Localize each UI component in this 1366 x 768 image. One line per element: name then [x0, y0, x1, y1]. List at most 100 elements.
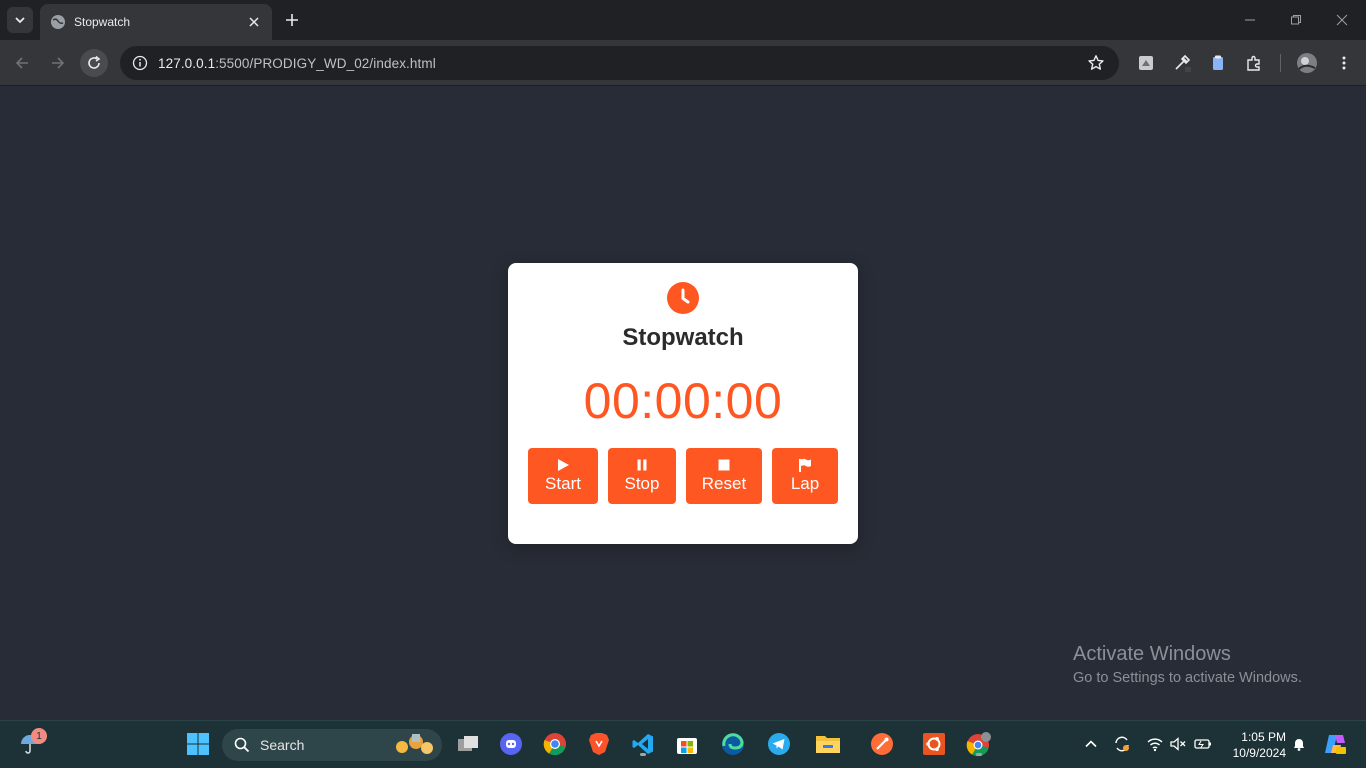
extension-3-button[interactable]	[1207, 52, 1229, 74]
arrow-left-icon	[15, 57, 28, 69]
file-explorer-taskbar-icon[interactable]	[814, 730, 842, 758]
url-text: 127.0.0.1:5500/PRODIGY_WD_02/index.html	[158, 56, 436, 71]
stop-button[interactable]: Stop	[608, 448, 676, 504]
extension-1-button[interactable]	[1135, 52, 1157, 74]
show-hidden-icons-button[interactable]	[1082, 735, 1100, 753]
chrome-profile-taskbar-icon[interactable]	[965, 730, 993, 758]
notification-badge: 1	[31, 728, 47, 744]
clock-time: 1:05 PM	[1241, 730, 1286, 744]
eyedropper-icon	[1175, 54, 1191, 72]
profile-avatar[interactable]	[1296, 52, 1318, 74]
sync-icon	[1115, 736, 1129, 752]
browser-toolbar: 127.0.0.1:5500/PRODIGY_WD_02/index.html	[0, 40, 1366, 86]
clipboard-icon	[1213, 55, 1223, 70]
pause-icon	[637, 459, 647, 471]
arrow-right-icon	[52, 57, 65, 69]
store-taskbar-icon[interactable]	[673, 730, 701, 758]
menu-button[interactable]	[1333, 52, 1355, 74]
stop-button-label: Stop	[624, 474, 660, 493]
toolbar-divider	[1280, 54, 1281, 72]
volume-tray-icon[interactable]	[1169, 735, 1187, 753]
time-display: 00:00:00	[583, 373, 783, 429]
ubuntu-taskbar-icon[interactable]	[920, 730, 948, 758]
chrome-active-indicator	[976, 753, 982, 756]
chevron-down-icon	[15, 17, 25, 24]
flag-icon	[799, 458, 811, 472]
wifi-tray-icon[interactable]	[1146, 735, 1164, 753]
postman-taskbar-icon[interactable]	[868, 730, 896, 758]
taskbar-clock[interactable]: 1:05 PM 10/9/2024	[1220, 729, 1286, 761]
start-button-label: Start	[545, 474, 581, 493]
minimize-button[interactable]	[1242, 12, 1258, 28]
forward-button[interactable]	[44, 49, 72, 77]
reset-button[interactable]: Reset	[686, 448, 762, 504]
chrome-taskbar-icon[interactable]	[541, 730, 569, 758]
edge-taskbar-icon[interactable]	[719, 730, 747, 758]
watermark-title: Activate Windows	[1073, 643, 1231, 665]
activate-windows-watermark: Activate Windows Go to Settings to activ…	[1073, 643, 1302, 686]
notification-center-button[interactable]	[1290, 735, 1308, 753]
battery-icon	[1194, 739, 1211, 749]
back-button[interactable]	[8, 49, 36, 77]
brave-lion-icon	[589, 733, 609, 755]
sync-tray-icon[interactable]	[1113, 735, 1131, 753]
copilot-icon	[1325, 735, 1346, 754]
close-window-button[interactable]	[1334, 12, 1350, 28]
extension-tile-icon	[1139, 56, 1153, 70]
start-button-windows[interactable]	[184, 730, 212, 758]
site-info-icon[interactable]	[132, 55, 148, 71]
notification-bell-icon	[1294, 739, 1304, 751]
edge-icon	[722, 733, 744, 755]
clock-icon	[667, 282, 699, 314]
close-tab-icon[interactable]	[246, 14, 262, 30]
clock-date: 10/9/2024	[1232, 746, 1286, 760]
discord-taskbar-icon[interactable]	[497, 730, 525, 758]
volume-muted-icon	[1170, 737, 1186, 751]
tab-search-button[interactable]	[7, 7, 33, 33]
lap-button[interactable]: Lap	[772, 448, 838, 504]
chrome-icon	[543, 733, 566, 756]
search-icon	[234, 737, 250, 753]
more-vertical-icon	[1342, 56, 1346, 70]
restore-button[interactable]	[1288, 12, 1304, 28]
extensions-button[interactable]	[1243, 52, 1265, 74]
telegram-taskbar-icon[interactable]	[765, 730, 793, 758]
extension-2-button[interactable]	[1171, 52, 1193, 74]
search-highlight-icon	[396, 734, 433, 754]
battery-tray-icon[interactable]	[1194, 735, 1212, 753]
url-path: :5500/PRODIGY_WD_02/index.html	[215, 55, 436, 71]
address-bar[interactable]: 127.0.0.1:5500/PRODIGY_WD_02/index.html	[120, 46, 1119, 80]
restore-icon	[1291, 15, 1301, 25]
reload-button[interactable]	[80, 49, 108, 77]
avatar-icon	[1297, 53, 1317, 73]
puzzle-icon	[1247, 55, 1260, 71]
plus-icon	[286, 14, 298, 26]
stopwatch-card: Stopwatch 00:00:00 Start Stop Reset Lap	[508, 263, 858, 544]
postman-icon	[871, 733, 893, 755]
vscode-taskbar-icon[interactable]	[629, 730, 657, 758]
close-icon	[1336, 14, 1348, 26]
telegram-icon	[768, 733, 790, 755]
tab-stopwatch[interactable]: Stopwatch	[40, 4, 272, 40]
vscode-active-indicator	[640, 753, 646, 756]
page-viewport: Stopwatch 00:00:00 Start Stop Reset Lap	[0, 87, 1366, 720]
chat-app-icon	[500, 733, 522, 755]
minimize-icon	[1245, 19, 1255, 21]
reset-button-label: Reset	[701, 474, 747, 493]
copilot-button[interactable]	[1322, 731, 1348, 757]
new-tab-button[interactable]	[282, 10, 302, 30]
taskbar-search[interactable]: Search	[222, 729, 442, 761]
tab-title: Stopwatch	[74, 15, 131, 29]
task-view-button[interactable]	[454, 730, 482, 758]
task-view-icon	[458, 736, 478, 751]
brave-taskbar-icon[interactable]	[585, 730, 613, 758]
ubuntu-icon	[923, 733, 945, 755]
browser-tabstrip: Stopwatch	[0, 0, 1366, 40]
play-icon	[558, 459, 569, 471]
windows-taskbar: 1 Search 1:05 PM 10/9/2024	[0, 720, 1366, 768]
lap-button-label: Lap	[790, 474, 820, 493]
start-button[interactable]: Start	[528, 448, 598, 504]
chevron-up-icon	[1085, 740, 1097, 748]
stop-square-icon	[718, 459, 730, 471]
bookmark-star-icon[interactable]	[1087, 54, 1105, 72]
